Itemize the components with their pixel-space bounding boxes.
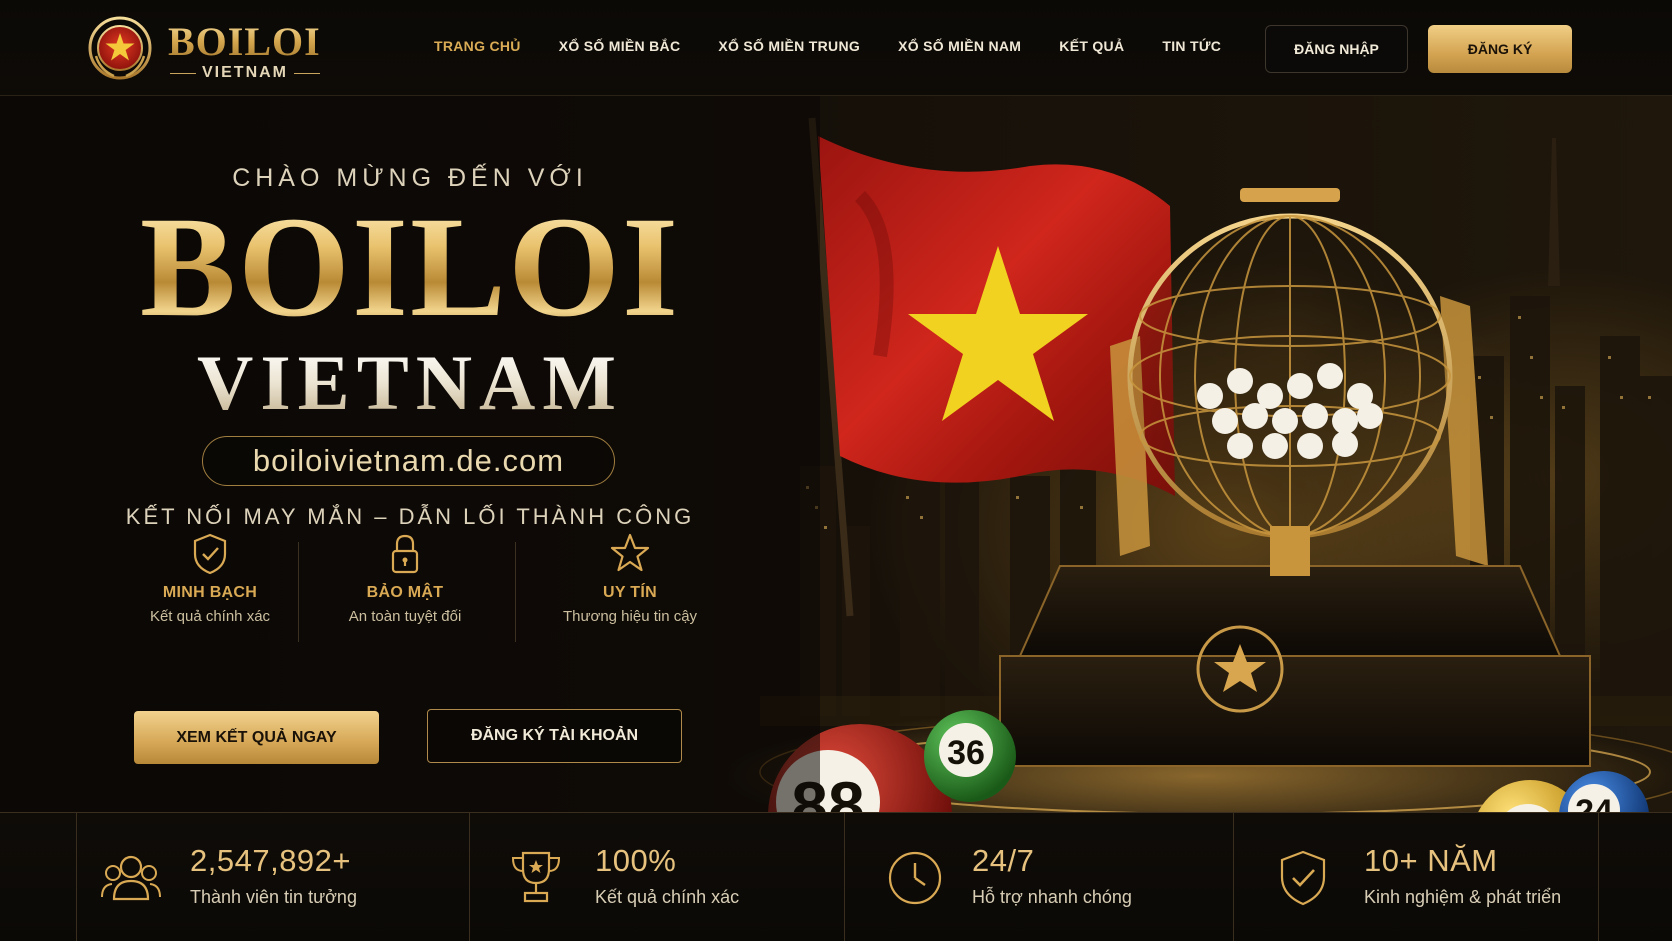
feature-divider xyxy=(298,542,299,642)
feature-title: UY TÍN xyxy=(603,584,657,601)
stat-label: Kết quả chính xác xyxy=(595,887,740,907)
stat-support: 24/7 Hỗ trợ nhanh chóng xyxy=(884,813,1224,941)
logo-wordmark: BOILOI xyxy=(168,19,321,64)
nav-item-home[interactable]: TRANG CHỦ xyxy=(434,38,521,54)
shield-check-icon xyxy=(193,533,227,575)
stat-value: 100% xyxy=(595,843,677,878)
stat-divider xyxy=(76,813,77,941)
feature-desc: An toàn tuyệt đối xyxy=(348,608,462,625)
nav-item-ket-qua[interactable]: KẾT QUẢ xyxy=(1059,38,1124,54)
feature-title: BẢO MẬT xyxy=(366,584,444,601)
hero-banner: 88 36 18 24 CHÀO MỪNG ĐẾN VỚI BOILOI VIE… xyxy=(0,96,1672,812)
login-button[interactable]: ĐĂNG NHẬP xyxy=(1265,25,1408,73)
hero-slogan: KẾT NỐI MAY MẮN – DẪN LỐI THÀNH CÔNG xyxy=(125,504,695,529)
logo-subtitle: VIETNAM xyxy=(170,64,320,82)
feature-desc: Thương hiệu tin cậy xyxy=(562,608,698,625)
shield-check-icon xyxy=(1280,850,1326,906)
stat-divider xyxy=(1598,813,1599,941)
feature-divider xyxy=(515,542,516,642)
ball-number-36: 36 xyxy=(947,734,985,772)
stat-value: 10+ NĂM xyxy=(1364,843,1498,878)
star-icon xyxy=(610,533,650,572)
feature-list: MINH BẠCH Kết quả chính xác BẢO MẬT An t… xyxy=(110,532,710,642)
padlock-icon xyxy=(391,534,419,574)
stat-members: 2,547,892+ Thành viên tin tưởng xyxy=(100,813,460,941)
nav-item-tin-tuc[interactable]: TIN TỨC xyxy=(1162,38,1221,54)
stat-label: Thành viên tin tưởng xyxy=(190,887,357,907)
stat-value: 24/7 xyxy=(972,843,1035,878)
clock-icon xyxy=(888,851,942,905)
stat-accuracy: 100% Kết quả chính xác xyxy=(505,813,835,941)
trophy-icon xyxy=(511,851,561,903)
feature-bao-mat: BẢO MẬT An toàn tuyệt đối xyxy=(305,532,505,625)
stat-label: Hỗ trợ nhanh chóng xyxy=(972,887,1132,907)
feature-uy-tin: UY TÍN Thương hiệu tin cậy xyxy=(530,532,730,625)
stat-divider xyxy=(844,813,845,941)
main-nav: TRANG CHỦ XỔ SỐ MIỀN BẮC XỔ SỐ MIỀN TRUN… xyxy=(434,38,1259,54)
site-logo[interactable]: BOILOI VIETNAM xyxy=(88,14,328,82)
feature-desc: Kết quả chính xác xyxy=(149,608,271,625)
feature-title: MINH BẠCH xyxy=(162,584,258,601)
feature-minh-bach: MINH BẠCH Kết quả chính xác xyxy=(110,532,310,625)
stats-bar: 2,547,892+ Thành viên tin tưởng 100% Kết… xyxy=(0,812,1672,941)
view-results-button[interactable]: XEM KẾT QUẢ NGAY xyxy=(134,711,379,764)
ball-number-24: 24 xyxy=(1575,793,1613,812)
users-icon xyxy=(101,855,161,901)
register-button[interactable]: ĐĂNG KÝ xyxy=(1428,25,1572,73)
register-account-button[interactable]: ĐĂNG KÝ TÀI KHOẢN xyxy=(427,709,682,763)
stat-experience: 10+ NĂM Kinh nghiệm & phát triển xyxy=(1272,813,1592,941)
nav-item-mien-bac[interactable]: XỔ SỐ MIỀN BẮC xyxy=(559,38,681,54)
stat-value: 2,547,892+ xyxy=(190,843,352,878)
site-header: BOILOI VIETNAM TRANG CHỦ XỔ SỐ MIỀN BẮC … xyxy=(0,0,1672,96)
nav-item-mien-trung[interactable]: XỔ SỐ MIỀN TRUNG xyxy=(718,38,860,54)
nav-item-mien-nam[interactable]: XỔ SỐ MIỀN NAM xyxy=(898,38,1021,54)
hero-subtitle: VIETNAM xyxy=(0,344,820,422)
stat-label: Kinh nghiệm & phát triển xyxy=(1364,887,1562,907)
hero-title: BOILOI xyxy=(0,196,820,340)
site-url-badge[interactable]: boiloivietnam.de.com xyxy=(202,436,615,486)
star-emblem-icon xyxy=(88,16,152,80)
stat-divider xyxy=(1233,813,1234,941)
stat-divider xyxy=(469,813,470,941)
